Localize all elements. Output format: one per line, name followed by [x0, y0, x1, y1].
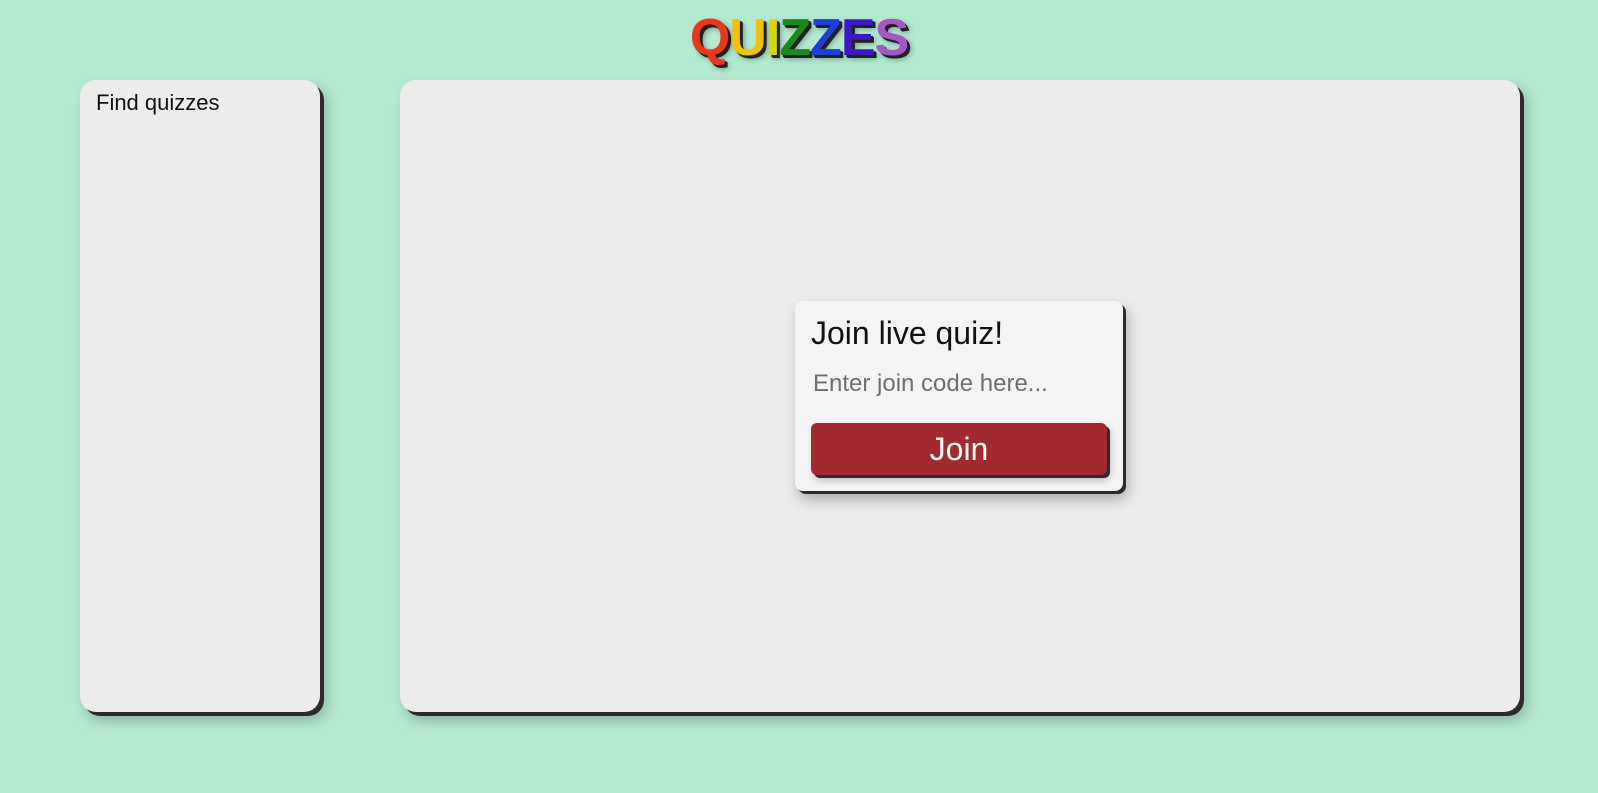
- logo-letter: E: [840, 9, 876, 67]
- find-quizzes-panel: Find quizzes: [80, 80, 320, 712]
- join-quiz-card: Join live quiz! Join: [795, 301, 1123, 491]
- join-button[interactable]: Join: [811, 423, 1107, 475]
- logo-letter: Z: [810, 9, 842, 67]
- sidebar-title: Find quizzes: [96, 90, 220, 115]
- logo-letter: S: [874, 9, 910, 67]
- logo-letter: Q: [689, 9, 730, 67]
- logo-letter: U: [729, 9, 767, 67]
- app-logo: QUIZZES: [0, 6, 1598, 70]
- join-code-input[interactable]: [811, 367, 1111, 401]
- main-panel: Join live quiz! Join: [400, 80, 1520, 712]
- join-card-title: Join live quiz!: [811, 315, 1004, 351]
- logo-letter: Z: [779, 9, 811, 67]
- logo-letter: I: [765, 9, 780, 67]
